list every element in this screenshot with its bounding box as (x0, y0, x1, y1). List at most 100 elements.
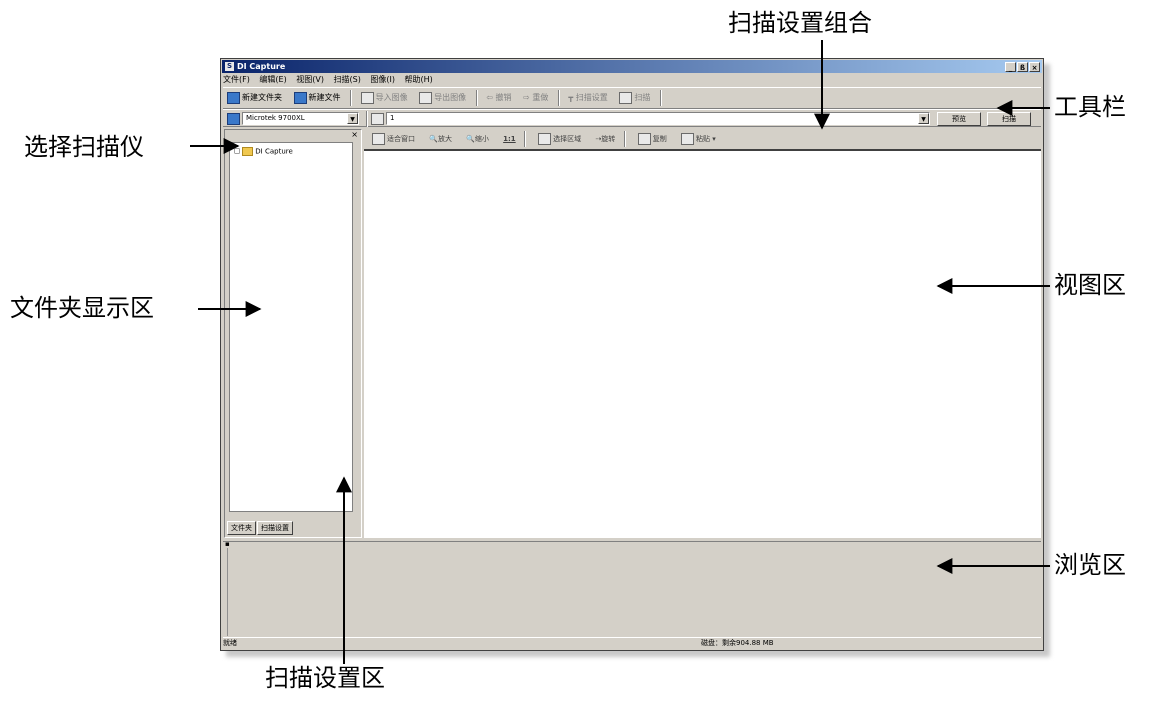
copy-icon (637, 133, 651, 145)
redo-label: 重做 (532, 93, 549, 102)
toolbar-separator (350, 90, 353, 106)
title-bar[interactable]: S DI Capture _ ß × (222, 60, 1042, 73)
import-label: 导入图像 (375, 93, 408, 102)
folder-pane: × ☐ DI Capture 文件夹 扫描设置 (224, 129, 362, 538)
disk-space-text: 磁盘：剩余904.88 MB (701, 639, 774, 647)
rotate-label: 旋转 (601, 135, 616, 143)
zoom-in-button[interactable]: 🔍放大 (429, 129, 452, 149)
annotation-toolbar: 工具栏 (1054, 93, 1126, 121)
scanner-icon (227, 113, 240, 125)
toolbar-separator (659, 90, 662, 106)
tree-root-item[interactable]: DI Capture (255, 148, 293, 156)
toolbar-separator (366, 111, 368, 127)
paste-label: 粘贴 (695, 135, 710, 143)
status-bar: 就绪 磁盘：剩余904.88 MB (223, 637, 1041, 649)
annotation-select-scanner: 选择扫描仪 (24, 133, 144, 161)
scan-profile-value: 1 (390, 114, 395, 122)
actual-size-button[interactable]: 1:1 (503, 129, 516, 149)
window-title: DI Capture (237, 62, 286, 71)
rotate-button[interactable]: ⇢旋转 (595, 129, 615, 149)
new-file-icon (293, 91, 307, 104)
scanner-select-value: Microtek 9700XL (246, 114, 305, 122)
toolbar-separator (523, 131, 526, 147)
redo-button[interactable]: ⇨ 重做 (523, 88, 548, 108)
toolbar-separator (623, 131, 626, 147)
select-area-icon (538, 133, 552, 145)
close-button[interactable]: × (1029, 62, 1040, 72)
maximize-button[interactable]: ß (1017, 62, 1028, 72)
fit-window-label: 适合窗口 (387, 135, 415, 143)
scan-toolbar-button[interactable]: 扫描 (619, 88, 650, 108)
browse-area[interactable]: ▪ (223, 540, 1041, 640)
undo-button[interactable]: ⇦ 撤销 (486, 88, 511, 108)
fit-window-icon (372, 133, 385, 145)
new-folder-button[interactable]: 新建文件夹 (227, 88, 282, 108)
select-area-button[interactable]: 选择区域 (538, 129, 581, 149)
fit-window-button[interactable]: 适合窗口 (372, 129, 415, 149)
chevron-down-icon[interactable]: ▼ (918, 113, 929, 124)
export-icon (419, 91, 433, 104)
app-icon: S (225, 62, 234, 71)
pane-tabs: 文件夹 扫描设置 (227, 521, 294, 535)
export-label: 导出图像 (434, 93, 467, 102)
toolbar-separator (557, 90, 560, 106)
export-button[interactable]: 导出图像 (419, 88, 466, 108)
folder-tree: ☐ DI Capture (229, 142, 353, 512)
folder-icon (242, 147, 254, 156)
new-folder-label: 新建文件夹 (242, 93, 282, 102)
paste-icon (680, 133, 694, 145)
scan-label: 扫描 (634, 93, 651, 102)
copy-label: 复制 (652, 135, 667, 143)
minimize-button[interactable]: _ (1005, 62, 1016, 72)
import-icon (360, 91, 374, 104)
status-text: 就绪 (223, 639, 237, 647)
copy-button[interactable]: 复制 (637, 129, 667, 149)
menu-bar: 文件(F) 编辑(E) 视图(V) 扫描(S) 图像(I) 帮助(H) (223, 74, 440, 86)
scan-settings-button[interactable]: ┳ 扫描设置 (568, 88, 607, 108)
paste-button[interactable]: 粘贴 ▾ (680, 129, 716, 149)
annotation-browse-area: 浏览区 (1054, 551, 1126, 579)
annotation-scan-settings-area: 扫描设置区 (265, 664, 385, 692)
preview-button[interactable]: 预览 (937, 112, 981, 126)
annotation-scan-settings-group: 扫描设置组合 (728, 9, 872, 37)
redo-icon: ⇨ (523, 93, 530, 102)
scan-settings-icon: ┳ (568, 93, 574, 102)
scan-settings-label: 扫描设置 (575, 93, 608, 102)
pane-marker-icon: ▪ (225, 540, 230, 548)
zoom-out-icon: 🔍 (466, 135, 475, 143)
zoom-out-button[interactable]: 🔍缩小 (466, 129, 489, 149)
window-controls: _ ß × (1004, 61, 1040, 74)
menu-file[interactable]: 文件(F) (223, 75, 250, 84)
select-area-label: 选择区域 (553, 135, 582, 143)
browse-divider (227, 548, 228, 636)
zoom-in-icon: 🔍 (429, 135, 438, 143)
chevron-down-icon[interactable]: ▼ (347, 113, 358, 124)
main-toolbar: 新建文件夹 新建文件 导入图像 导出图像 ⇦ 撤销 ⇨ 重做 ┳ 扫描设置 扫描 (223, 87, 1041, 109)
scan-icon (619, 91, 633, 104)
scan-profile-select[interactable]: 1 ▼ (386, 112, 930, 125)
import-button[interactable]: 导入图像 (360, 88, 408, 108)
tree-expander-icon[interactable]: ☐ (234, 148, 240, 156)
view-toolbar: 适合窗口 🔍放大 🔍缩小 1:1 选择区域 ⇢旋转 复制 粘贴 ▾ (364, 129, 1041, 149)
app-window: S DI Capture _ ß × 文件(F) 编辑(E) 视图(V) 扫描(S) … (220, 58, 1044, 651)
scanner-bar: Microtek 9700XL ▼ 1 ▼ 预览 扫描 (223, 109, 1041, 127)
zoom-out-label: 缩小 (474, 135, 489, 143)
scan-button[interactable]: 扫描 (987, 112, 1031, 126)
menu-help[interactable]: 帮助(H) (405, 75, 433, 84)
close-icon[interactable]: × (351, 130, 358, 139)
menu-image[interactable]: 图像(I) (370, 75, 395, 84)
menu-scan[interactable]: 扫描(S) (334, 75, 361, 84)
scan-profile-icon (371, 113, 384, 125)
tab-folders[interactable]: 文件夹 (227, 521, 256, 535)
scanner-select[interactable]: Microtek 9700XL ▼ (242, 112, 359, 125)
annotation-view-area: 视图区 (1054, 271, 1126, 299)
menu-view[interactable]: 视图(V) (296, 75, 324, 84)
tab-scan-settings[interactable]: 扫描设置 (257, 521, 293, 535)
new-file-label: 新建文件 (308, 93, 341, 102)
menu-edit[interactable]: 编辑(E) (259, 75, 286, 84)
undo-icon: ⇦ (486, 93, 493, 102)
view-area[interactable] (364, 149, 1041, 538)
annotation-folder-area: 文件夹显示区 (10, 294, 154, 322)
zoom-in-label: 放大 (437, 135, 452, 143)
new-file-button[interactable]: 新建文件 (293, 88, 341, 108)
